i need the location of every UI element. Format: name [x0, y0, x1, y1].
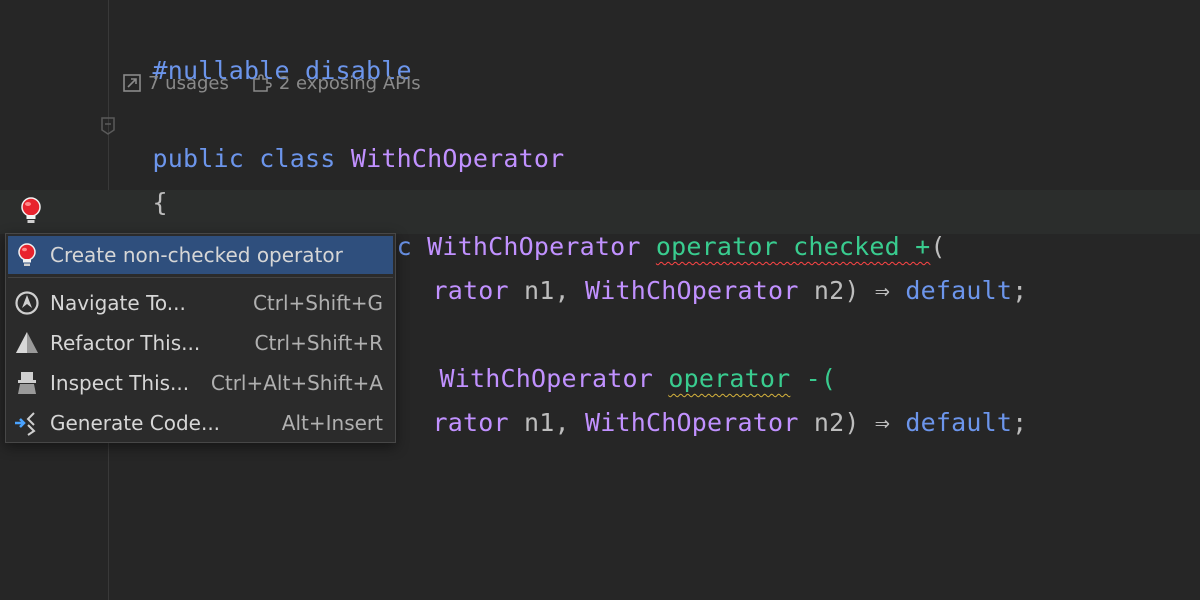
- refactor-icon: [16, 332, 38, 353]
- menu-item-shortcut: Alt+Insert: [281, 411, 383, 435]
- menu-item-label: Generate Code...: [50, 411, 221, 435]
- keyword-default: default: [905, 408, 1013, 437]
- code-vision-hints: 7 usages 2 exposing APIs: [122, 70, 421, 96]
- keyword-default: default: [905, 276, 1013, 305]
- usages-arrow-icon: [123, 74, 141, 92]
- menu-item-generate-code[interactable]: Generate Code... Alt+Insert: [8, 404, 393, 442]
- param-type-fragment: rator: [432, 408, 509, 437]
- code-line-params-1[interactable]: rator n1, WithChOperator n2) ⇒ default;: [402, 240, 1028, 308]
- menu-item-label: Navigate To...: [50, 291, 186, 315]
- menu-item-navigate-to[interactable]: Navigate To... Ctrl+Shift+G: [8, 284, 393, 322]
- menu-item-shortcut: Ctrl+Shift+R: [254, 331, 383, 355]
- class-name: WithChOperator: [350, 144, 565, 173]
- keyword-class: class: [259, 144, 336, 173]
- param-type: WithChOperator: [585, 408, 799, 437]
- lightbulb-gutter-icon[interactable]: [18, 196, 44, 226]
- inspect-icon: [18, 372, 36, 394]
- menu-item-shortcut: Ctrl+Alt+Shift+A: [210, 371, 383, 395]
- param-type: WithChOperator: [585, 276, 799, 305]
- generate-code-icon: [15, 412, 36, 436]
- code-line-params-2[interactable]: rator n1, WithChOperator n2) ⇒ default;: [402, 372, 1028, 440]
- menu-item-refactor-this[interactable]: Refactor This... Ctrl+Shift+R: [8, 324, 393, 362]
- fold-marker-icon[interactable]: [100, 116, 116, 136]
- menu-item-label: Refactor This...: [50, 331, 201, 355]
- exposing-apis-label: 2 exposing APIs: [278, 72, 421, 94]
- usages-label: 7 usages: [148, 72, 229, 94]
- menu-item-shortcut: Ctrl+Shift+G: [252, 291, 383, 315]
- menu-item-label: Inspect This...: [50, 371, 190, 395]
- menu-item-inspect-this[interactable]: Inspect This... Ctrl+Alt+Shift+A: [8, 364, 393, 402]
- menu-item-create-non-checked-operator[interactable]: Create non-checked operator: [8, 236, 393, 274]
- menu-item-label: Create non-checked operator: [50, 243, 343, 267]
- code-line-class-decl[interactable]: public class WithChOperator: [122, 108, 565, 176]
- puzzle-icon: [253, 74, 272, 92]
- exposing-apis-hint[interactable]: 2 exposing APIs: [251, 73, 421, 94]
- lightbulb-icon: [18, 243, 36, 266]
- menu-separator: [8, 277, 393, 278]
- param-type-fragment: rator: [432, 276, 509, 305]
- navigate-icon: [15, 291, 39, 315]
- usages-hint[interactable]: 7 usages: [122, 73, 229, 94]
- alt-enter-context-menu: Create non-checked operator Navigate To.…: [5, 233, 396, 443]
